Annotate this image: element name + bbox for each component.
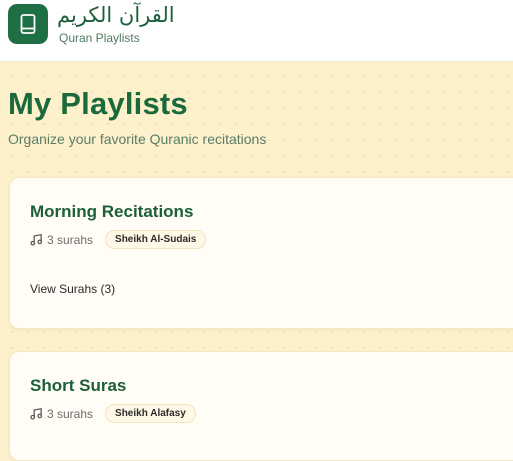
book-icon: [20, 14, 36, 34]
playlist-meta: 3 surahs Sheikh Al-Sudais: [30, 230, 207, 249]
app-title: القرآن الكريم: [57, 3, 175, 27]
music-note-icon: [30, 407, 43, 420]
surah-count: 3 surahs: [47, 232, 94, 247]
playlist-title: Morning Recitations: [30, 202, 194, 221]
playlist-title: Short Suras: [30, 376, 127, 395]
reciter-badge: Sheikh Al-Sudais: [105, 230, 207, 249]
app-subtitle: Quran Playlists: [59, 31, 140, 45]
page-title: My Playlists: [8, 86, 188, 121]
playlist-card[interactable]: Morning Recitations 3 surahs Sheikh Al-S…: [9, 177, 513, 329]
app-header: القرآن الكريم Quran Playlists: [0, 0, 513, 62]
surah-count: 3 surahs: [47, 406, 94, 421]
view-surahs-link[interactable]: View Surahs (3): [30, 282, 115, 296]
page-description: Organize your favorite Quranic recitatio…: [8, 131, 267, 147]
playlist-meta: 3 surahs Sheikh Alafasy: [30, 404, 196, 423]
playlist-card[interactable]: Short Suras 3 surahs Sheikh Alafasy: [9, 351, 513, 461]
app-logo[interactable]: [8, 4, 48, 44]
reciter-badge: Sheikh Alafasy: [105, 404, 196, 423]
music-note-icon: [30, 233, 43, 246]
